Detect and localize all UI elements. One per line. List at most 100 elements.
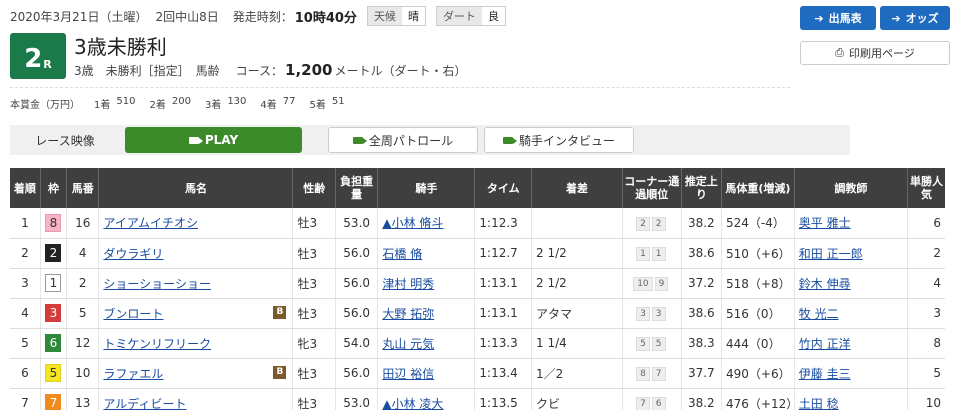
horse-link[interactable]: アルディビート xyxy=(103,397,186,410)
table-row: 7 7 13 アルディビート 牡3 53.0 ▲小林 凌大 1:13.5 クビ 7 6 38.2 476… xyxy=(10,388,945,410)
col-agari: 推定上り xyxy=(681,168,723,208)
trainer-link[interactable]: 和田 正一郎 xyxy=(799,247,863,261)
body-weight: 476（+12） xyxy=(721,388,795,410)
course-label: コース： xyxy=(235,64,284,78)
jockey-link[interactable]: 大野 拓弥 xyxy=(382,307,434,321)
carried-weight: 56.0 xyxy=(335,358,379,389)
corner-positions: 10 9 xyxy=(622,268,682,299)
finish-time: 1:12.3 xyxy=(474,208,533,239)
last-3f: 38.6 xyxy=(681,238,723,269)
prize-label: 本賞金（万円） xyxy=(10,100,80,111)
shutuba-button[interactable]: ➔ 出馬表 xyxy=(800,6,876,30)
table-row: 4 3 5 ブンロート B 牡3 56.0 大野 拓弥 1:13.1 アタマ 3 3 38.6 516（0… xyxy=(10,298,945,329)
trainer-cell: 牧 光二 xyxy=(794,298,909,329)
odds-button[interactable]: ➔ オッズ xyxy=(880,6,950,30)
patrol-button[interactable]: 全周パトロール xyxy=(328,127,478,153)
corner-positions: 87 xyxy=(622,358,682,389)
odds-label: オッズ xyxy=(905,12,939,25)
col-popularity: 単勝人気 xyxy=(907,168,945,208)
race-date: 2020年3月21日（土曜） xyxy=(10,9,148,24)
horse-link[interactable]: ショーショーショー xyxy=(103,277,211,291)
race-number: 2 xyxy=(24,44,43,74)
print-button[interactable]: ⎙ 印刷用ページ xyxy=(800,41,950,65)
horse-link[interactable]: アイアムイチオシ xyxy=(103,216,198,230)
corner-positions: 76 xyxy=(622,388,682,410)
trainer-link[interactable]: 伊藤 圭三 xyxy=(799,367,851,381)
finish-time: 1:13.4 xyxy=(474,358,533,389)
sex-age: 牡3 xyxy=(292,238,336,269)
margin: 1／2 xyxy=(531,358,623,389)
jockey-link[interactable]: 田辺 裕信 xyxy=(382,367,434,381)
popularity: 2 xyxy=(907,238,945,269)
corner-4: 3 xyxy=(651,307,666,321)
trainer-cell: 和田 正一郎 xyxy=(794,238,909,269)
col-waku: 枠 xyxy=(40,168,68,208)
horse-number: 2 xyxy=(66,268,100,299)
last-3f: 38.2 xyxy=(681,388,723,410)
col-jockey: 騎手 xyxy=(377,168,476,208)
waku-cell: 7 xyxy=(40,388,68,410)
carried-weight: 53.0 xyxy=(335,208,379,239)
horse-cell: ダウラギリ xyxy=(98,238,294,269)
media-bar: レース映像 PLAY 全周パトロール 騎手インタビュー xyxy=(10,125,850,155)
trainer-link[interactable]: 奥平 雅士 xyxy=(799,216,851,230)
weather-value: 晴 xyxy=(401,7,425,25)
prize-value-5: 51 xyxy=(331,96,345,107)
table-header-row: 着順 枠 馬番 馬名 性齢 負担重量 騎手 タイム 着差 コーナー通過順位 推定… xyxy=(10,168,945,208)
jockey-link[interactable]: ▲小林 脩斗 xyxy=(382,216,443,230)
body-weight: 510（+6） xyxy=(721,238,795,269)
corner-4: 9 xyxy=(654,277,669,291)
waku-badge: 8 xyxy=(45,213,62,232)
waku-badge: 5 xyxy=(45,364,62,382)
horse-number: 13 xyxy=(66,388,100,410)
corner-3: 1 xyxy=(636,247,650,261)
table-row: 6 5 10 ラファエル B 牡3 56.0 田辺 裕信 1:13.4 1／2 8 7 37.7 490（… xyxy=(10,358,945,389)
col-corner: コーナー通過順位 xyxy=(622,168,682,208)
sex-age: 牡3 xyxy=(292,268,336,299)
horse-number: 10 xyxy=(66,358,100,389)
horse-link[interactable]: ラファエル xyxy=(103,367,163,381)
finish-time: 1:13.1 xyxy=(474,268,533,299)
jockey-link[interactable]: 石橋 脩 xyxy=(382,247,422,261)
corner-4: 1 xyxy=(651,247,666,261)
prize-value-4: 77 xyxy=(282,96,296,107)
play-button[interactable]: PLAY xyxy=(125,127,302,153)
divider xyxy=(10,87,790,88)
finish-rank: 3 xyxy=(10,268,41,299)
printer-icon: ⎙ xyxy=(835,46,845,59)
waku-cell: 8 xyxy=(40,208,68,239)
video-camera-icon xyxy=(502,136,517,144)
finish-rank: 5 xyxy=(10,328,41,359)
trainer-link[interactable]: 鈴木 伸尋 xyxy=(799,277,851,291)
interview-label: 騎手インタビュー xyxy=(518,133,615,148)
prize-rank-3: 3着 xyxy=(204,100,222,111)
jockey-link[interactable]: 丸山 元気 xyxy=(382,337,434,351)
horse-link[interactable]: トミケンリフリーク xyxy=(103,337,211,351)
col-time: タイム xyxy=(474,168,533,208)
horse-link[interactable]: ブンロート xyxy=(103,307,163,321)
course-unit: メートル（ダート・右） xyxy=(334,64,467,78)
corner-4: 5 xyxy=(651,337,666,351)
horse-number: 4 xyxy=(66,238,100,269)
meeting-info: 2回中山8日 xyxy=(155,9,219,24)
trainer-link[interactable]: 土田 稔 xyxy=(799,397,839,410)
waku-cell: 5 xyxy=(40,358,68,389)
carried-weight: 56.0 xyxy=(335,298,379,329)
table-row: 3 1 2 ショーショーショー 牡3 56.0 津村 明秀 1:13.1 2 1/2 10 9 37.… xyxy=(10,268,945,299)
race-number-badge: 2 R xyxy=(10,33,66,79)
popularity: 5 xyxy=(907,358,945,389)
jockey-link[interactable]: 津村 明秀 xyxy=(382,277,434,291)
corner-positions: 55 xyxy=(622,328,682,359)
interview-button[interactable]: 騎手インタビュー xyxy=(484,127,634,153)
jockey-link[interactable]: ▲小林 凌大 xyxy=(382,397,443,410)
col-rank: 着順 xyxy=(10,168,41,208)
prize-value-3: 130 xyxy=(227,96,247,107)
waku-badge: 3 xyxy=(45,304,62,322)
table-row: 1 8 16 アイアムイチオシ 牡3 53.0 ▲小林 脩斗 1:12.3 2 2 38.2 524（… xyxy=(10,208,945,239)
horse-link[interactable]: ダウラギリ xyxy=(103,247,163,261)
trainer-link[interactable]: 牧 光二 xyxy=(799,307,839,321)
corner-positions: 11 xyxy=(622,238,682,269)
trainer-link[interactable]: 竹内 正洋 xyxy=(799,337,851,351)
body-weight: 490（+6） xyxy=(721,358,795,389)
jockey-cell: ▲小林 凌大 xyxy=(377,388,476,410)
